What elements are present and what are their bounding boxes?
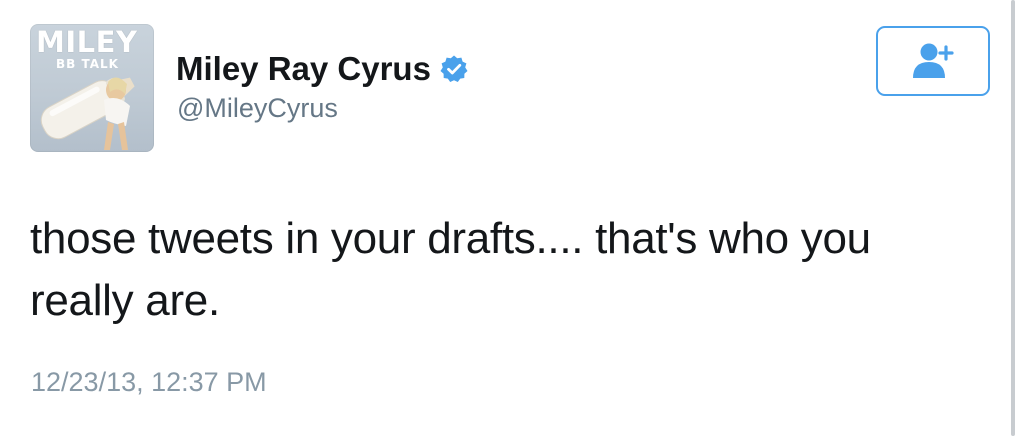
avatar-title: MILEY: [36, 25, 138, 59]
add-user-icon: [913, 43, 954, 78]
tweet-text-line-1: those tweets in your drafts.... that's w…: [30, 214, 871, 263]
name-row: Miley Ray Cyrus: [176, 49, 469, 89]
follow-button[interactable]: [876, 26, 990, 96]
user-handle[interactable]: @MileyCyrus: [177, 90, 338, 126]
tweet-card: MILEY BB TALK Miley Ray Cyrus @MileyCyru…: [0, 0, 1023, 436]
tweet-text-line-2: really are.: [30, 276, 220, 325]
avatar[interactable]: MILEY BB TALK: [30, 24, 154, 152]
display-name[interactable]: Miley Ray Cyrus: [176, 49, 431, 89]
tweet-text: those tweets in your drafts.... that's w…: [30, 208, 1000, 332]
scrollbar[interactable]: [1011, 0, 1015, 436]
verified-badge-icon: [439, 54, 469, 84]
tweet-timestamp[interactable]: 12/23/13, 12:37 PM: [31, 364, 267, 400]
avatar-subtitle: BB TALK: [56, 57, 119, 71]
